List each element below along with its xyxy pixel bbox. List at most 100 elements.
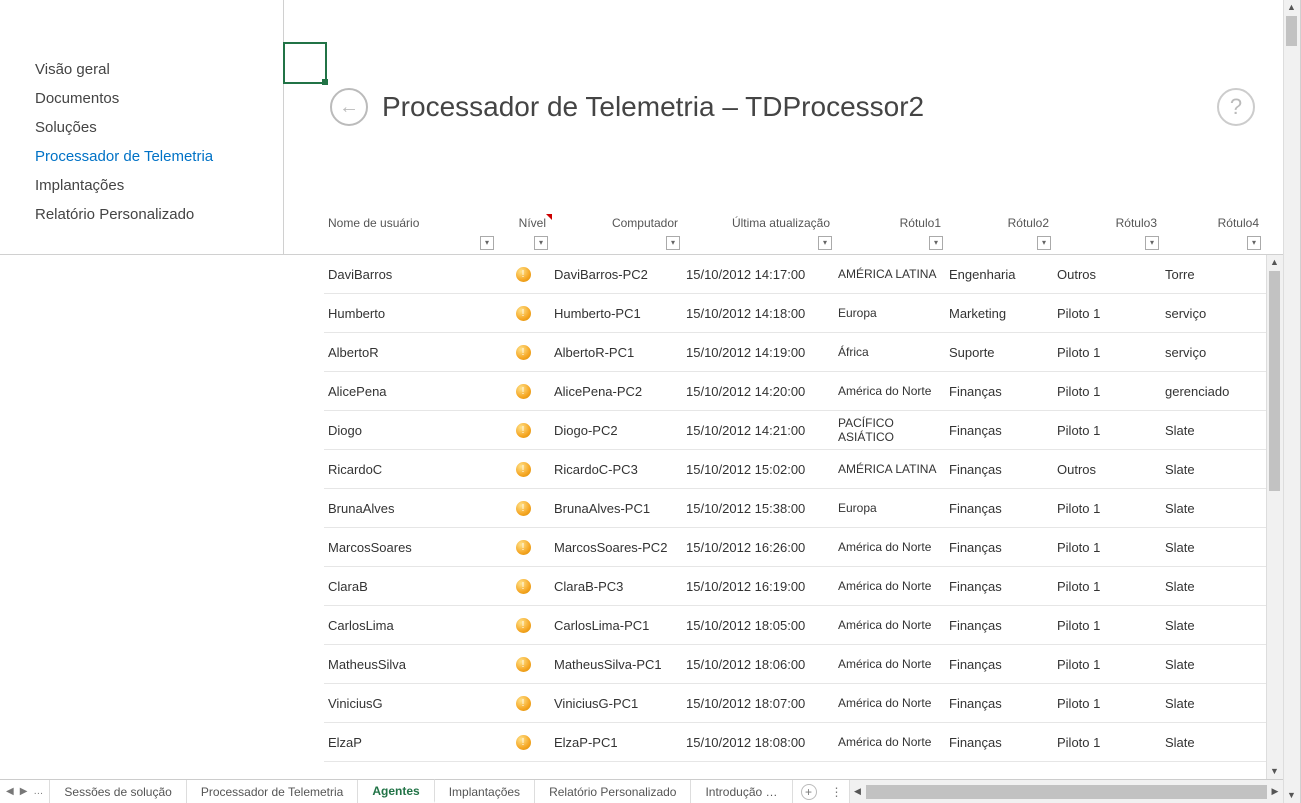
horizontal-scrollbar[interactable]: ◀ ▶	[849, 780, 1283, 803]
cell-computer: CarlosLima-PC1	[550, 614, 682, 637]
cell-label3: Piloto 1	[1053, 302, 1161, 325]
cell-updated: 15/10/2012 18:05:00	[682, 614, 834, 637]
cell-label2: Finanças	[945, 497, 1053, 520]
cell-computer: ViniciusG-PC1	[550, 692, 682, 715]
nav-documents[interactable]: Documentos	[35, 84, 283, 113]
cell-label2: Finanças	[945, 536, 1053, 559]
sheet-more-icon[interactable]: …	[33, 786, 43, 797]
hscroll-left-icon[interactable]: ◀	[850, 786, 866, 797]
col-computer: Computador ▾	[550, 216, 682, 254]
window-scroll-thumb[interactable]	[1286, 16, 1297, 46]
filter-label4[interactable]: ▾	[1247, 236, 1261, 250]
scroll-up-icon[interactable]: ▲	[1267, 255, 1282, 270]
scroll-thumb[interactable]	[1269, 271, 1280, 491]
col-label2: Rótulo2 ▾	[945, 216, 1053, 254]
cell-computer: AlbertoR-PC1	[550, 341, 682, 364]
table-row[interactable]: AlbertoR!AlbertoR-PC115/10/2012 14:19:00…	[324, 333, 1283, 372]
cell-computer: ElzaP-PC1	[550, 731, 682, 754]
warning-icon: !	[516, 384, 531, 399]
scroll-down-icon[interactable]: ▼	[1267, 764, 1282, 779]
filter-label2[interactable]: ▾	[1037, 236, 1051, 250]
cell-username: MatheusSilva	[324, 653, 496, 676]
cell-label1: América do Norte	[834, 731, 945, 753]
table-row[interactable]: DaviBarros!DaviBarros-PC215/10/2012 14:1…	[324, 255, 1283, 294]
cell-computer: BrunaAlves-PC1	[550, 497, 682, 520]
cell-computer: AlicePena-PC2	[550, 380, 682, 403]
add-sheet-button[interactable]: +	[801, 784, 817, 800]
table-row[interactable]: ElzaP!ElzaP-PC115/10/2012 18:08:00Améric…	[324, 723, 1283, 762]
sheet-tab[interactable]: Implantações	[435, 780, 535, 803]
table-row[interactable]: ClaraB!ClaraB-PC315/10/2012 16:19:00Amér…	[324, 567, 1283, 606]
selected-cell[interactable]	[283, 42, 327, 84]
data-table: DaviBarros!DaviBarros-PC215/10/2012 14:1…	[0, 255, 1283, 779]
sheet-tab[interactable]: Agentes	[358, 779, 434, 803]
window-scroll-up-icon[interactable]: ▲	[1284, 0, 1299, 15]
filter-username[interactable]: ▾	[480, 236, 494, 250]
cell-updated: 15/10/2012 14:19:00	[682, 341, 834, 364]
nav-custom-report[interactable]: Relatório Personalizado	[35, 200, 283, 229]
back-button[interactable]: ←	[330, 88, 368, 126]
cell-username: Diogo	[324, 419, 496, 442]
table-row[interactable]: CarlosLima!CarlosLima-PC115/10/2012 18:0…	[324, 606, 1283, 645]
sidebar: Visão geral Documentos Soluções Processa…	[0, 0, 284, 254]
cell-level: !	[496, 458, 550, 481]
cell-label4: Slate	[1161, 692, 1263, 715]
cell-label3: Outros	[1053, 263, 1161, 286]
cell-label4: Slate	[1161, 614, 1263, 637]
cell-label1: PACÍFICO ASIÁTICO	[834, 412, 945, 448]
table-row[interactable]: MarcosSoares!MarcosSoares-PC215/10/2012 …	[324, 528, 1283, 567]
sheet-next-icon[interactable]: ▶	[20, 786, 28, 797]
cell-label4: Slate	[1161, 458, 1263, 481]
filter-label1[interactable]: ▾	[929, 236, 943, 250]
table-row[interactable]: ViniciusG!ViniciusG-PC115/10/2012 18:07:…	[324, 684, 1283, 723]
question-icon: ?	[1230, 94, 1242, 120]
window-scroll-down-icon[interactable]: ▼	[1284, 788, 1299, 803]
table-row[interactable]: AlicePena!AlicePena-PC215/10/2012 14:20:…	[324, 372, 1283, 411]
cell-username: DaviBarros	[324, 263, 496, 286]
cell-level: !	[496, 419, 550, 442]
hscroll-right-icon[interactable]: ▶	[1267, 786, 1283, 797]
col-label4-label: Rótulo4	[1218, 216, 1259, 230]
nav-overview[interactable]: Visão geral	[35, 55, 283, 84]
filter-updated[interactable]: ▾	[818, 236, 832, 250]
cell-computer: DaviBarros-PC2	[550, 263, 682, 286]
nav-telemetry-processor[interactable]: Processador de Telemetria	[35, 142, 283, 171]
table-row[interactable]: BrunaAlves!BrunaAlves-PC115/10/2012 15:3…	[324, 489, 1283, 528]
cell-updated: 15/10/2012 18:06:00	[682, 653, 834, 676]
sheet-tab[interactable]: Processador de Telemetria	[187, 780, 359, 803]
cell-level: !	[496, 731, 550, 754]
table-row[interactable]: RicardoC!RicardoC-PC315/10/2012 15:02:00…	[324, 450, 1283, 489]
cell-label2: Finanças	[945, 653, 1053, 676]
cell-updated: 15/10/2012 14:20:00	[682, 380, 834, 403]
nav-solutions[interactable]: Soluções	[35, 113, 283, 142]
cell-label3: Piloto 1	[1053, 536, 1161, 559]
warning-icon: !	[516, 501, 531, 516]
cell-username: ElzaP	[324, 731, 496, 754]
cell-updated: 15/10/2012 14:18:00	[682, 302, 834, 325]
filter-level[interactable]: ▾	[534, 236, 548, 250]
sheet-tab[interactable]: Relatório Personalizado	[535, 780, 691, 803]
window-vertical-scrollbar[interactable]: ▲ ▼	[1283, 0, 1300, 803]
sheet-prev-icon[interactable]: ◀	[6, 786, 14, 797]
filter-computer[interactable]: ▾	[666, 236, 680, 250]
table-row[interactable]: MatheusSilva!MatheusSilva-PC115/10/2012 …	[324, 645, 1283, 684]
warning-icon: !	[516, 345, 531, 360]
help-button[interactable]: ?	[1217, 88, 1255, 126]
nav-deployments[interactable]: Implantações	[35, 171, 283, 200]
table-row[interactable]: Humberto!Humberto-PC115/10/2012 14:18:00…	[324, 294, 1283, 333]
table-row[interactable]: Diogo!Diogo-PC215/10/2012 14:21:00PACÍFI…	[324, 411, 1283, 450]
cell-label3: Piloto 1	[1053, 575, 1161, 598]
cell-label4: Slate	[1161, 731, 1263, 754]
warning-icon: !	[516, 462, 531, 477]
cell-username: Humberto	[324, 302, 496, 325]
cell-label1: América do Norte	[834, 692, 945, 714]
vertical-scrollbar[interactable]: ▲ ▼	[1266, 255, 1283, 779]
cell-updated: 15/10/2012 15:38:00	[682, 497, 834, 520]
cell-updated: 15/10/2012 18:08:00	[682, 731, 834, 754]
sheet-tab[interactable]: Introdução …	[691, 780, 792, 803]
cell-label1: América do Norte	[834, 653, 945, 675]
sheet-tab[interactable]: Sessões de solução	[50, 780, 186, 803]
hscroll-thumb[interactable]	[866, 785, 1267, 799]
col-updated-label: Última atualização	[732, 216, 830, 230]
filter-label3[interactable]: ▾	[1145, 236, 1159, 250]
